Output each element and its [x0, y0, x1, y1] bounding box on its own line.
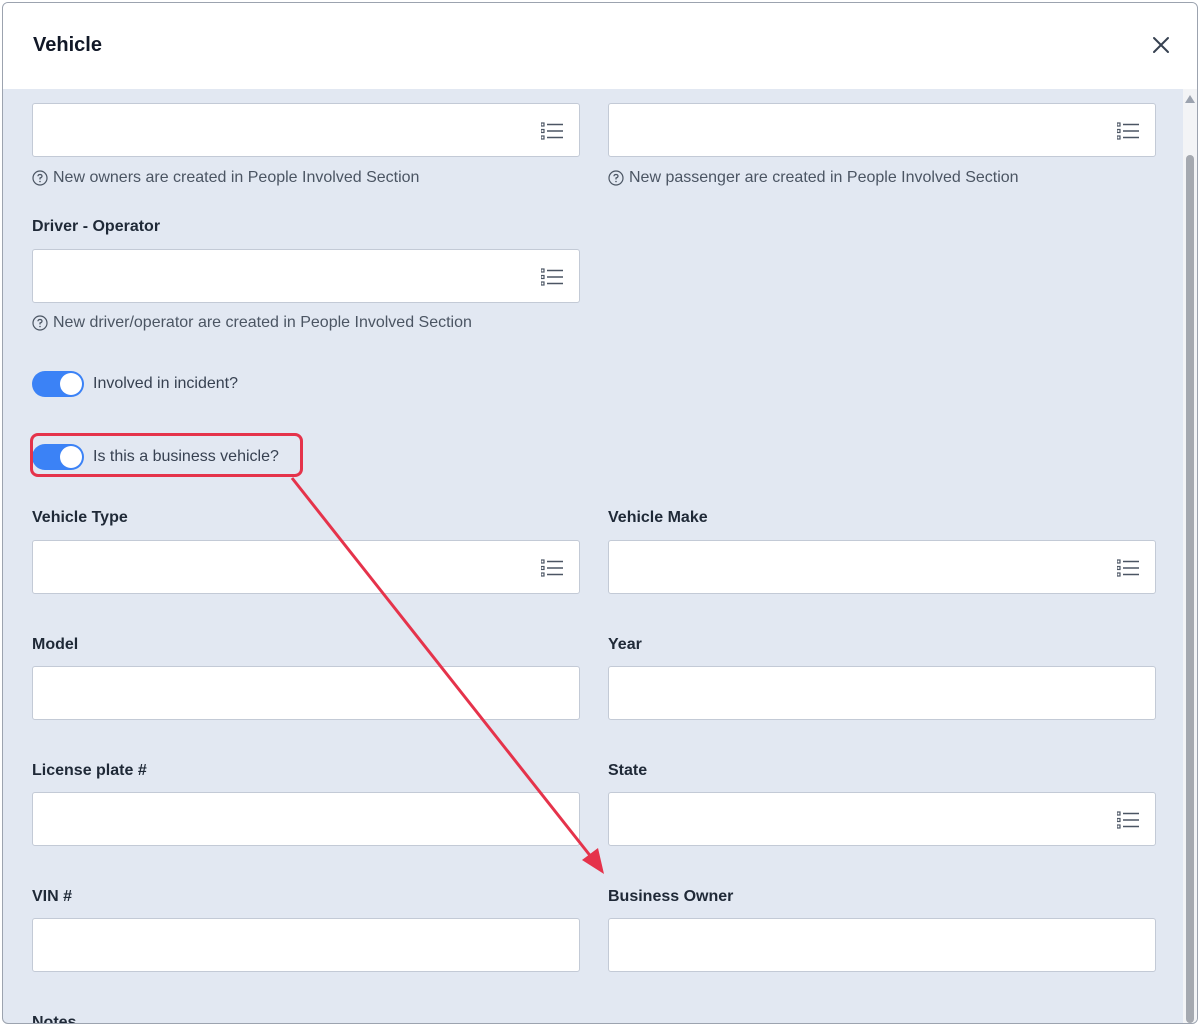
vehicle-type-label: Vehicle Type	[32, 509, 128, 526]
business-owner-label: Business Owner	[608, 888, 734, 905]
license-plate-label: License plate #	[32, 762, 147, 779]
driver-operator-label: Driver - Operator	[32, 218, 161, 235]
close-icon	[1153, 37, 1169, 53]
vehicle-modal: Vehicle New owners are created in People…	[2, 2, 1198, 1024]
state-select[interactable]	[608, 792, 1156, 846]
scrollbar[interactable]	[1183, 89, 1197, 1023]
model-label: Model	[32, 636, 79, 653]
list-icon	[541, 559, 563, 577]
close-button[interactable]	[1149, 33, 1173, 57]
vehicle-type-select[interactable]	[32, 540, 580, 594]
owners-select[interactable]	[32, 103, 580, 157]
model-input[interactable]	[32, 666, 580, 720]
list-icon	[541, 122, 563, 140]
help-circle-icon	[32, 315, 48, 331]
involved-toggle[interactable]	[32, 371, 84, 397]
list-icon	[1117, 559, 1139, 577]
annotation-highlight	[30, 433, 303, 477]
vin-input[interactable]	[32, 918, 580, 972]
year-input[interactable]	[608, 666, 1156, 720]
scroll-up-icon[interactable]	[1185, 95, 1195, 103]
scroll-thumb[interactable]	[1186, 155, 1194, 1023]
toggle-knob	[60, 373, 82, 395]
passenger-hint: New passenger are created in People Invo…	[608, 169, 1019, 187]
driver-operator-select[interactable]	[32, 249, 580, 303]
owners-hint: New owners are created in People Involve…	[32, 169, 419, 187]
modal-title: Vehicle	[33, 34, 102, 56]
passengers-select[interactable]	[608, 103, 1156, 157]
modal-body: New owners are created in People Involve…	[3, 89, 1183, 1023]
vehicle-make-select[interactable]	[608, 540, 1156, 594]
list-icon	[1117, 811, 1139, 829]
state-label: State	[608, 762, 648, 779]
vin-label: VIN #	[32, 888, 73, 905]
driver-hint: New driver/operator are created in Peopl…	[32, 314, 472, 332]
list-icon	[541, 268, 563, 286]
involved-toggle-label: Involved in incident?	[93, 375, 238, 392]
business-owner-input[interactable]	[608, 918, 1156, 972]
owners-hint-text: New owners are created in People Involve…	[53, 169, 420, 186]
vehicle-make-label: Vehicle Make	[608, 509, 708, 526]
list-icon	[1117, 122, 1139, 140]
help-circle-icon	[32, 170, 48, 186]
passenger-hint-text: New passenger are created in People Invo…	[629, 169, 1019, 186]
year-label: Year	[608, 636, 642, 653]
driver-hint-text: New driver/operator are created in Peopl…	[53, 314, 472, 331]
modal-header: Vehicle	[3, 3, 1197, 89]
notes-label: Notes	[32, 1014, 77, 1023]
help-circle-icon	[608, 170, 624, 186]
license-plate-input[interactable]	[32, 792, 580, 846]
